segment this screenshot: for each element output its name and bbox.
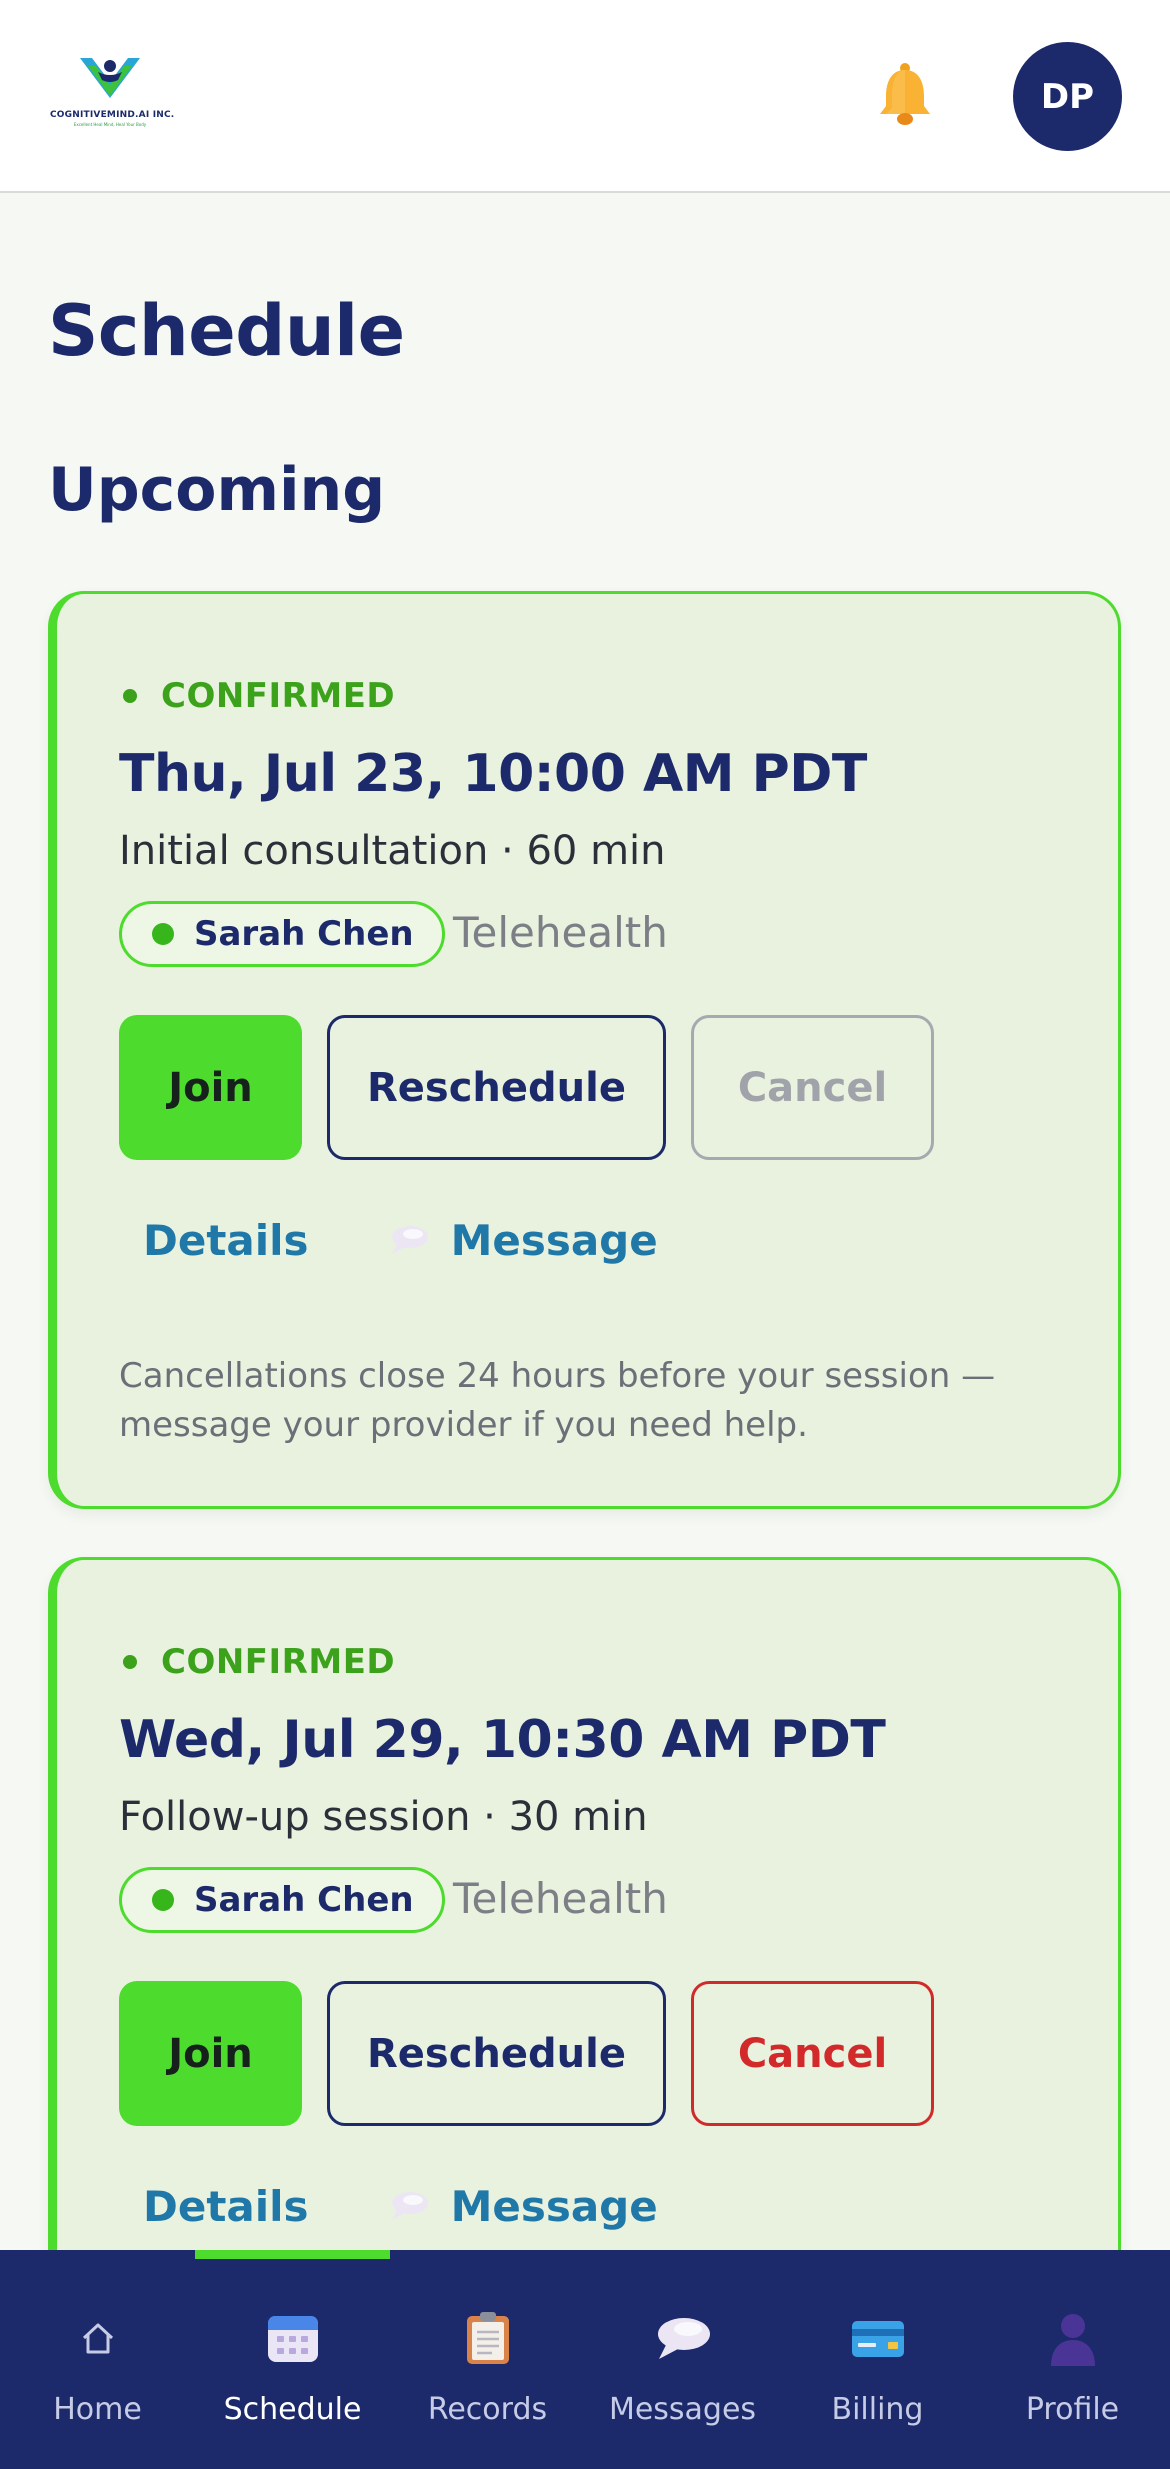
top-bar: COGNITIVEMIND.AI INC. Excellent Heal Min… [0, 0, 1170, 193]
nav-label: Billing [831, 2392, 924, 2427]
appointment-description: Follow-up session · 30 min [119, 1794, 648, 1840]
home-icon [0, 2308, 195, 2368]
clipboard-icon [390, 2308, 585, 2368]
section-title-upcoming: Upcoming [48, 455, 386, 525]
avatar[interactable]: DP [1013, 42, 1122, 151]
logo-mark-icon [80, 58, 140, 98]
reschedule-button[interactable]: Reschedule [327, 1015, 666, 1160]
nav-item-schedule[interactable]: Schedule [195, 2250, 390, 2469]
cancellation-note: Cancellations close 24 hours before your… [119, 1356, 996, 1445]
card-links: Details Message [119, 1200, 658, 1280]
provider-chip[interactable]: Sarah Chen [119, 901, 445, 967]
reschedule-button[interactable]: Reschedule [327, 1981, 666, 2126]
nav-label: Records [427, 2392, 548, 2427]
message-link[interactable]: Message [389, 2182, 658, 2231]
provider-name: Sarah Chen [194, 914, 414, 954]
speech-bubble-icon [391, 2192, 428, 2220]
page-title: Schedule [48, 290, 405, 372]
speech-bubble-icon [391, 1226, 428, 1254]
details-link[interactable]: Details [143, 2182, 309, 2231]
status-dot-icon [123, 689, 137, 703]
nav-item-records[interactable]: Records [390, 2250, 585, 2469]
appointment-card: CONFIRMED Thu, Jul 23, 10:00 AM PDT Init… [48, 591, 1121, 1509]
bell-icon[interactable] [876, 62, 934, 126]
details-link[interactable]: Details [143, 1216, 309, 1265]
status-label: CONFIRMED [161, 1642, 396, 1682]
nav-label: Schedule [223, 2392, 362, 2427]
nav-item-profile[interactable]: Profile [975, 2250, 1170, 2469]
message-link[interactable]: Message [389, 1216, 658, 1265]
nav-label: Profile [1025, 2392, 1120, 2427]
appointment-datetime: Thu, Jul 23, 10:00 AM PDT [119, 744, 867, 804]
appointment-description: Initial consultation · 60 min [119, 828, 666, 874]
bottom-nav: Home Schedule Records Messages Billing P… [0, 2250, 1170, 2469]
logo-tagline: Excellent Heal Mind, Heal Your Body [73, 122, 147, 127]
provider-status-dot-icon [152, 923, 174, 945]
active-tab-indicator [195, 2250, 390, 2259]
status-dot-icon [123, 1655, 137, 1669]
message-link-label: Message [450, 2181, 658, 2231]
join-button[interactable]: Join [119, 1015, 302, 1160]
nav-item-home[interactable]: Home [0, 2250, 195, 2469]
person-silhouette-icon [975, 2308, 1170, 2368]
appointment-datetime: Wed, Jul 29, 10:30 AM PDT [119, 1710, 886, 1770]
provider-name: Sarah Chen [194, 1880, 414, 1920]
appointment-modality: Telehealth [453, 1874, 668, 1923]
calendar-icon [195, 2308, 390, 2368]
join-button[interactable]: Join [119, 1981, 302, 2126]
nav-label: Home [53, 2392, 142, 2427]
status-badge: CONFIRMED [119, 1642, 395, 1682]
appointment-modality: Telehealth [453, 908, 668, 957]
logo-text: COGNITIVEMIND.AI INC. [50, 110, 175, 120]
credit-card-icon [780, 2308, 975, 2368]
message-link-label: Message [450, 1215, 658, 1265]
status-badge: CONFIRMED [119, 676, 395, 716]
provider-status-dot-icon [152, 1889, 174, 1911]
nav-label: Messages [608, 2392, 757, 2427]
status-label: CONFIRMED [161, 676, 396, 716]
speech-bubble-icon [585, 2308, 780, 2368]
nav-item-billing[interactable]: Billing [780, 2250, 975, 2469]
nav-item-messages[interactable]: Messages [585, 2250, 780, 2469]
cancel-button: Cancel [691, 1015, 934, 1160]
provider-chip[interactable]: Sarah Chen [119, 1867, 445, 1933]
logo[interactable]: COGNITIVEMIND.AI INC. Excellent Heal Min… [50, 52, 175, 132]
card-links: Details Message [119, 2166, 658, 2246]
cancel-button[interactable]: Cancel [691, 1981, 934, 2126]
